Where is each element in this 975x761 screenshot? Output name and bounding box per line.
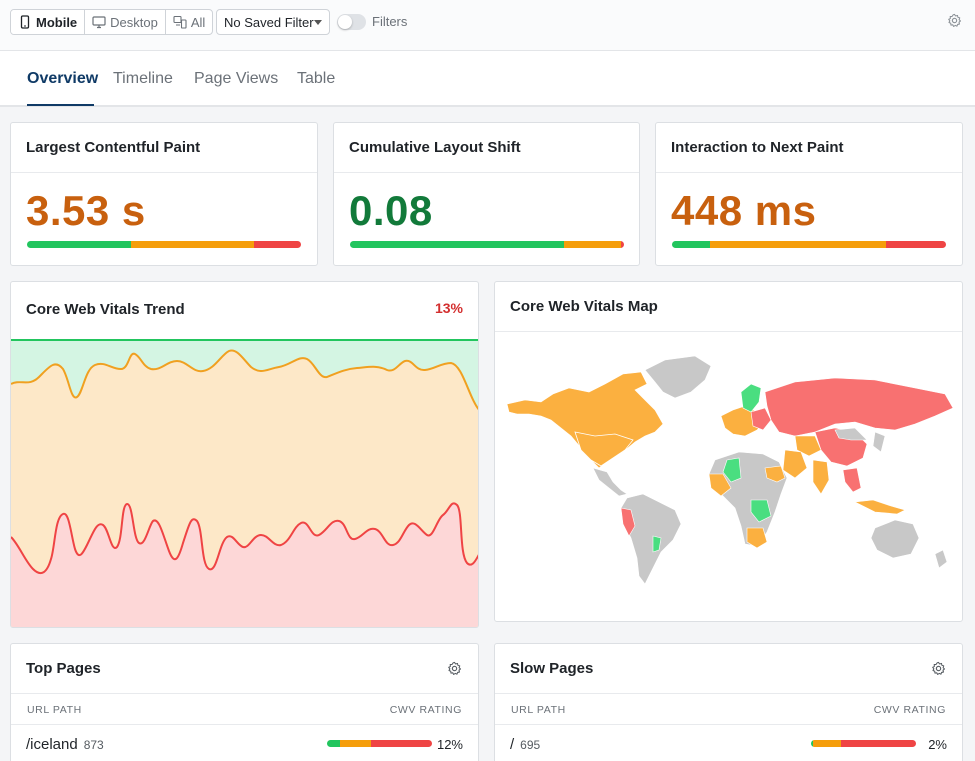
trend-title: Core Web Vitals Trend (26, 301, 185, 318)
tab-bar: Overview Timeline Page Views Table (0, 51, 975, 107)
metric-card-cls[interactable]: Cumulative Layout Shift 0.08 (333, 122, 640, 266)
metric-title: Largest Contentful Paint (26, 139, 201, 156)
page-view-count: 695 (520, 738, 541, 752)
top-pages-title: Top Pages (26, 660, 101, 677)
active-tab-indicator (27, 104, 94, 106)
gear-icon[interactable] (947, 13, 962, 28)
map-title: Core Web Vitals Map (510, 298, 658, 315)
good-segment (327, 740, 340, 747)
divider (656, 172, 962, 173)
column-header-url-path[interactable]: URL PATH (27, 704, 82, 716)
saved-filter-dropdown[interactable]: No Saved Filter (216, 9, 330, 35)
filters-toggle[interactable] (337, 14, 366, 30)
gear-icon[interactable] (447, 661, 462, 676)
poor-segment (371, 740, 432, 747)
slow-pages-title: Slow Pages (510, 660, 594, 677)
toggle-knob (338, 15, 352, 29)
distribution-bar (350, 241, 624, 248)
good-segment (672, 241, 711, 248)
tab-timeline[interactable]: Timeline (113, 70, 173, 88)
distribution-bar (27, 241, 301, 248)
needs-improvement-segment (710, 241, 886, 248)
metric-title: Cumulative Layout Shift (349, 139, 521, 156)
metric-title: Interaction to Next Paint (671, 139, 844, 156)
page-path: /iceland (26, 736, 78, 753)
desktop-icon (92, 16, 106, 29)
needs-improvement-segment (131, 241, 255, 248)
metric-card-lcp[interactable]: Largest Contentful Paint 3.53 s (10, 122, 318, 266)
map-region-scandinavia[interactable] (740, 383, 762, 413)
map-region-southeast-asia[interactable] (842, 467, 862, 493)
device-mobile-label: Mobile (36, 14, 78, 30)
tab-overview[interactable]: Overview (27, 70, 98, 88)
devices-icon (173, 15, 187, 29)
top-toolbar: Mobile Desktop All No Saved Filter Filte… (0, 0, 975, 51)
poor-segment (254, 241, 301, 248)
map-region-usa[interactable] (574, 431, 634, 467)
divider (11, 172, 317, 173)
row-distribution-bar (327, 740, 432, 747)
metric-value: 0.08 (349, 187, 433, 234)
map-region-central-europe[interactable] (750, 407, 772, 431)
table-row-path[interactable]: /iceland 873 (26, 736, 104, 753)
device-desktop-button[interactable]: Desktop (85, 10, 166, 34)
poor-segment (841, 740, 916, 747)
good-segment (350, 241, 564, 248)
column-header-cwv-rating[interactable]: CWV RATING (874, 704, 946, 716)
row-rating-percent: 2% (928, 737, 947, 752)
top-pages-card: Top Pages URL PATH CWV RATING /iceland 87… (10, 643, 479, 761)
tab-page-views[interactable]: Page Views (194, 70, 278, 88)
map-region-south-america[interactable] (620, 493, 682, 585)
map-region-new-zealand[interactable] (934, 549, 948, 569)
saved-filter-value: No Saved Filter (224, 14, 314, 30)
map-region-greenland[interactable] (644, 355, 712, 399)
row-distribution-bar (811, 740, 916, 747)
map-region-russia[interactable] (764, 377, 954, 437)
needs-improvement-segment (813, 740, 842, 747)
device-selector: Mobile Desktop All (10, 9, 214, 35)
metric-value: 448 ms (671, 187, 817, 234)
map-region-mongolia[interactable] (834, 427, 868, 441)
tab-table[interactable]: Table (297, 70, 335, 88)
world-map (506, 355, 954, 585)
row-rating-percent: 12% (436, 737, 463, 752)
good-segment (27, 241, 132, 248)
map-region-middle-east[interactable] (782, 449, 808, 479)
needs-improvement-segment (339, 740, 372, 747)
map-region-japan[interactable] (872, 431, 886, 453)
metric-value: 3.53 s (26, 187, 146, 234)
divider (334, 172, 639, 173)
metric-card-inp[interactable]: Interaction to Next Paint 448 ms (655, 122, 963, 266)
divider (11, 724, 478, 725)
map-region-mexico[interactable] (592, 467, 628, 497)
map-card: Core Web Vitals Map (494, 281, 963, 622)
column-header-url-path[interactable]: URL PATH (511, 704, 566, 716)
poor-segment (621, 241, 624, 248)
divider (11, 693, 478, 694)
divider (495, 724, 962, 725)
table-row-path[interactable]: / 695 (510, 736, 540, 753)
column-header-cwv-rating[interactable]: CWV RATING (390, 704, 462, 716)
device-all-button[interactable]: All (166, 10, 212, 34)
map-region-india[interactable] (812, 459, 830, 495)
slow-pages-card: Slow Pages URL PATH CWV RATING / 695 2% (494, 643, 963, 761)
mobile-icon (20, 15, 30, 29)
distribution-bar (672, 241, 946, 248)
poor-segment (885, 241, 946, 248)
page-path: / (510, 736, 515, 753)
device-all-label: All (190, 14, 206, 30)
gear-icon[interactable] (931, 661, 946, 676)
trend-chart (11, 339, 478, 627)
trend-card: Core Web Vitals Trend 13% (10, 281, 479, 628)
device-desktop-label: Desktop (110, 14, 158, 30)
needs-improvement-segment (563, 241, 622, 248)
page-view-count: 873 (83, 738, 104, 752)
map-region-indonesia[interactable] (853, 499, 906, 515)
device-mobile-button[interactable]: Mobile (11, 10, 86, 34)
trend-percent: 13% (434, 300, 463, 316)
filters-toggle-label: Filters (372, 14, 408, 29)
chevron-down-icon (314, 20, 322, 25)
map-region-australia[interactable] (870, 519, 920, 559)
divider (495, 693, 962, 694)
